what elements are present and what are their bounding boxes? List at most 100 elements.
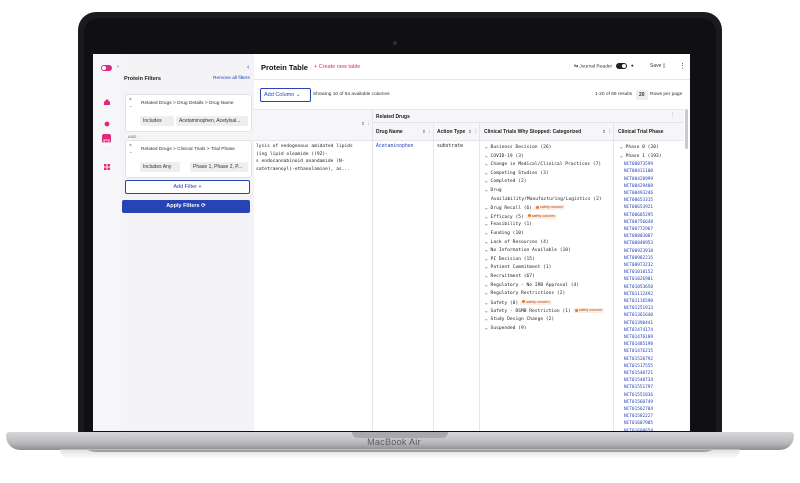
nct-link[interactable]: NCT00428999: [624, 177, 653, 182]
nct-link[interactable]: NCT00982215: [624, 256, 653, 261]
nct-link[interactable]: NCT00653921: [624, 205, 653, 210]
why-stopped-item[interactable]: ⌄ Recruitment (67): [485, 274, 535, 279]
nct-link[interactable]: NCT01551836: [624, 393, 653, 398]
why-stopped-item[interactable]: ⌄ No Information Available (10): [485, 248, 571, 253]
table-icon[interactable]: [102, 134, 111, 146]
chevron-down-icon[interactable]: ⌄: [129, 149, 132, 154]
nct-link[interactable]: NCT01053650: [624, 285, 653, 290]
nct-link[interactable]: NCT00803087: [624, 234, 653, 239]
nct-link[interactable]: NCT01116590: [624, 299, 653, 304]
why-stopped-item[interactable]: ⌄ PI Decision (15): [485, 257, 535, 262]
column-header-action-type[interactable]: Action Type: [437, 129, 465, 135]
why-stopped-item[interactable]: ⌄ Drug Recall (6) safety concern: [485, 205, 566, 211]
why-stopped-item[interactable]: ⌄ Drug: [485, 188, 502, 193]
why-stopped-item[interactable]: ⌄ Feasibility (1): [485, 222, 532, 227]
remove-all-filters-link[interactable]: Remove all filters: [213, 76, 250, 81]
nct-link[interactable]: NCT01607905: [624, 421, 653, 426]
add-column-button[interactable]: Add Column ⌄: [260, 88, 311, 102]
nct-link[interactable]: NCT01112492: [624, 292, 653, 297]
why-stopped-item[interactable]: ⌄ Suspended (9): [485, 326, 527, 331]
why-stopped-item[interactable]: ⌄ Study Design Change (2): [485, 317, 554, 322]
rows-per-page-select[interactable]: 20: [636, 90, 648, 100]
filter-value[interactable]: Acetaminophen, Acetylsal...: [176, 116, 248, 126]
why-stopped-item[interactable]: ⌄ Safety - DSMB Restriction (1) safety co…: [485, 308, 605, 314]
why-stopped-item[interactable]: ⌄ Regulatory - No IRB Approval (4): [485, 283, 579, 288]
nct-link[interactable]: NCT01517555: [624, 364, 653, 369]
nct-link[interactable]: NCT01476215: [624, 349, 653, 354]
toggle-switch[interactable]: [615, 63, 627, 69]
add-filter-button[interactable]: Add Filter +: [125, 180, 250, 194]
why-stopped-item[interactable]: ⌄ Business Decision (26): [485, 145, 551, 150]
nct-link[interactable]: NCT00493246: [624, 191, 653, 196]
expand-icon[interactable]: ›: [117, 64, 119, 70]
why-stopped-item[interactable]: ⌄ Completed (2): [485, 179, 527, 184]
nct-link[interactable]: NCT01540734: [624, 378, 653, 383]
why-stopped-item[interactable]: ⌄ Funding (10): [485, 231, 524, 236]
more-menu-icon[interactable]: ⋮: [679, 62, 686, 70]
nct-link[interactable]: NCT01608659: [624, 429, 653, 431]
nct-link[interactable]: NCT01520792: [624, 357, 653, 362]
filter-value[interactable]: Phase 1, Phase 2, P...: [190, 162, 248, 172]
sort-icon[interactable]: ⇕ ⋮: [361, 121, 371, 127]
why-stopped-item[interactable]: ⌄ Lack of Resources (4): [485, 240, 549, 245]
nct-link[interactable]: NCT00685295: [624, 213, 653, 218]
column-header-trial-phase[interactable]: Clinical Trial Phase: [618, 129, 664, 135]
why-stopped-item[interactable]: ⌄ Competing Studies (3): [485, 171, 549, 176]
why-stopped-item[interactable]: ⌄ Safety (8) safety concern: [485, 299, 552, 306]
description-line: (ing lipid oleamide ((9Z)-: [256, 151, 328, 157]
nct-link[interactable]: NCT01390441: [624, 321, 653, 326]
nct-link[interactable]: NCT00756648: [624, 220, 653, 225]
why-stopped-item[interactable]: ⌄ Patient Commitment (1): [485, 265, 551, 270]
nct-link[interactable]: NCT01010152: [624, 270, 653, 275]
why-stopped-item[interactable]: Availability/Manufacturing/Logistics (2): [491, 197, 602, 202]
nct-link[interactable]: NCT00073599: [624, 162, 653, 167]
why-stopped-item[interactable]: ⌄ COVID-19 (3): [485, 154, 524, 159]
why-stopped-label: Suspended (9): [490, 325, 527, 331]
drug-name-link[interactable]: Acetaminophen: [376, 144, 414, 149]
rocket-icon[interactable]: [104, 114, 110, 127]
home-icon[interactable]: [104, 92, 110, 105]
nct-link[interactable]: NCT00840953: [624, 241, 653, 246]
nct-link[interactable]: NCT01485198: [624, 342, 653, 347]
save-button[interactable]: Save ▯: [650, 63, 666, 69]
why-stopped-item[interactable]: ⌄ Regulatory Restrictions (2): [485, 291, 565, 296]
more-icon[interactable]: ⋮: [670, 112, 675, 118]
nct-link[interactable]: NCT00411100: [624, 169, 653, 174]
sort-icon[interactable]: ⇕ ⋮: [602, 129, 612, 135]
why-stopped-item[interactable]: ⌄ Change in Medical/Clinical Practices (…: [485, 162, 601, 167]
chevron-down-icon[interactable]: ⌄: [129, 103, 132, 108]
scrollbar[interactable]: [685, 109, 688, 149]
column-header-why-stopped[interactable]: Clinical Trials Why Stopped: Categorized: [484, 129, 581, 135]
journal-reader-toggle[interactable]: ⇆ Journal Reader ●: [574, 63, 634, 69]
grid-icon[interactable]: [104, 157, 110, 170]
filter-operator[interactable]: Includes Any: [140, 162, 180, 172]
nct-link[interactable]: NCT00923918: [624, 249, 653, 254]
sort-icon[interactable]: ⇕ ⋮: [422, 129, 432, 135]
nct-link[interactable]: NCT01562704: [624, 407, 653, 412]
nct-link[interactable]: NCT01251913: [624, 306, 653, 311]
nct-link[interactable]: NCT01560749: [624, 400, 653, 405]
nct-link[interactable]: NCT01474174: [624, 328, 653, 333]
apply-filters-button[interactable]: Apply Filters ⟳: [122, 200, 250, 213]
nct-link[interactable]: NCT01551797: [624, 385, 653, 390]
nct-link[interactable]: NCT00429408: [624, 184, 653, 189]
nct-link[interactable]: NCT00973232: [624, 263, 653, 268]
nct-link[interactable]: NCT01476109: [624, 335, 653, 340]
nct-link[interactable]: NCT01540721: [624, 371, 653, 376]
nct-link[interactable]: NCT00772967: [624, 227, 653, 232]
settings-icon[interactable]: ●: [631, 64, 634, 69]
filter-operator[interactable]: Includes: [140, 116, 174, 126]
column-header-drug-name[interactable]: Drug Name: [376, 129, 403, 135]
nct-link[interactable]: NCT01582227: [624, 414, 653, 419]
nct-link[interactable]: NCT01026981: [624, 277, 653, 282]
sort-icon[interactable]: ⇕ ⋮: [468, 129, 478, 135]
trial-phase-item[interactable]: ⌄ Phase 0 (20): [620, 145, 659, 150]
why-stopped-item[interactable]: ⌄ Efficacy (5) safety concern: [485, 213, 558, 220]
create-new-table-link[interactable]: + Create new table: [314, 64, 360, 70]
trial-phase-item[interactable]: ⌄ Phase 1 (193): [620, 154, 662, 159]
safety-concern-badge: safety concern: [572, 308, 605, 314]
nct-link[interactable]: NCT01361640: [624, 313, 653, 318]
nct-link[interactable]: NCT00653315: [624, 198, 653, 203]
toggle-icon[interactable]: [101, 65, 112, 71]
collapse-panel-icon[interactable]: ‹: [247, 64, 249, 71]
